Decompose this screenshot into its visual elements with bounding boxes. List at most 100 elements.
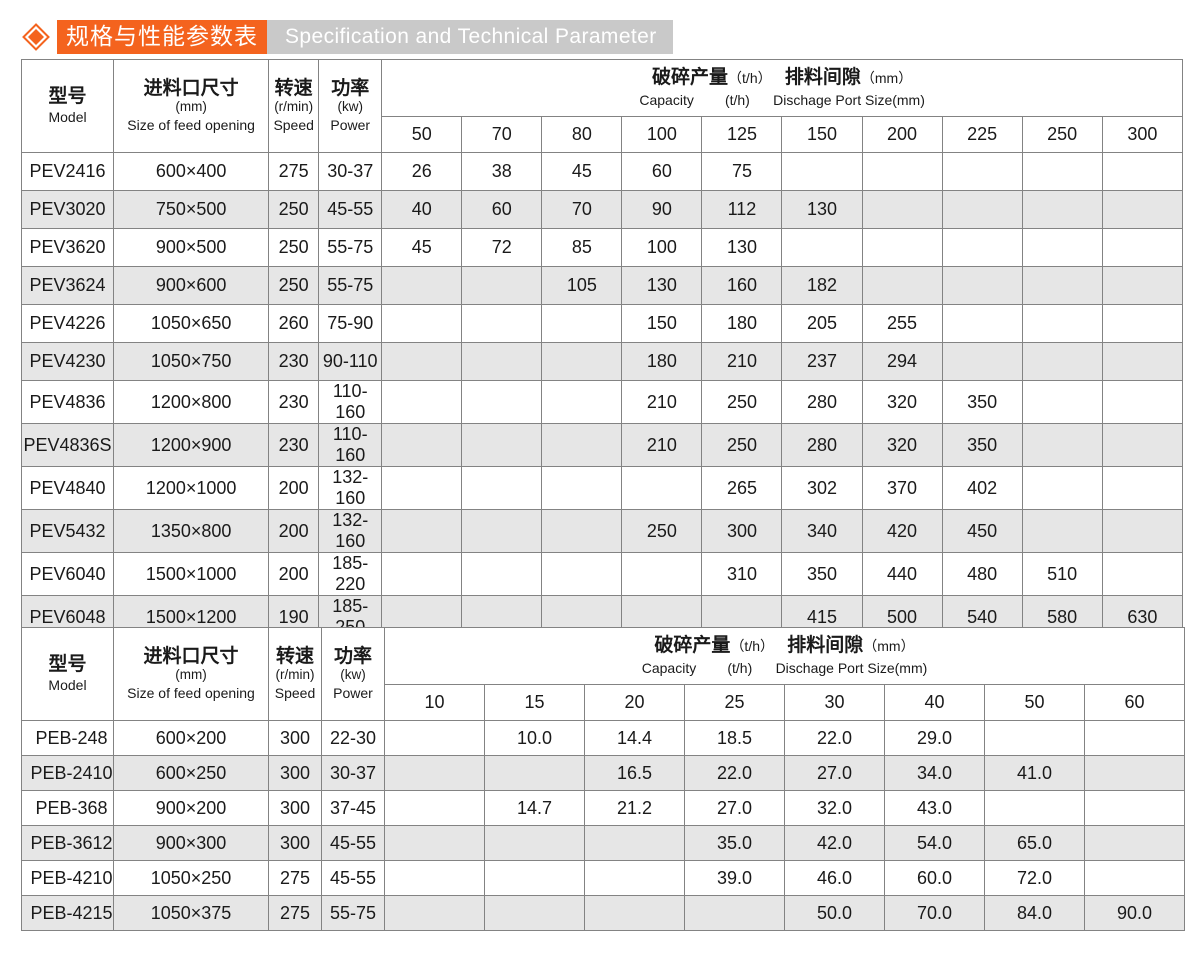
cell-capacity: [1101, 190, 1184, 229]
header-speed-en: Speed: [273, 117, 314, 134]
cell-capacity: [461, 342, 543, 381]
header-feed-en: Size of feed opening: [127, 685, 255, 702]
specification-page: 规格与性能参数表 Specification and Technical Par…: [0, 0, 1200, 958]
table-row: PEV5432 1350×800 200 132-160 250 300 340 420 450: [20, 509, 1184, 553]
cell-capacity: [384, 755, 485, 791]
cell-capacity: [861, 152, 943, 191]
size-column-header: 40: [884, 684, 985, 721]
cell-feed-opening: 600×200: [113, 720, 269, 756]
cell-capacity: 510: [1021, 552, 1103, 596]
cell-capacity: 85: [541, 228, 623, 267]
header-feed-cn: 进料口尺寸: [143, 76, 239, 99]
page-title-cn: 规格与性能参数表: [57, 20, 267, 54]
cell-power: 22-30: [321, 720, 385, 756]
cell-capacity: 22.0: [684, 755, 785, 791]
cell-speed: 275: [268, 152, 320, 191]
cell-capacity: [381, 342, 463, 381]
cell-capacity: [781, 152, 863, 191]
cell-model: PEB-248: [21, 720, 114, 756]
cell-capacity: 22.0: [784, 720, 885, 756]
cell-speed: 300: [268, 825, 322, 861]
cell-speed: 230: [268, 380, 320, 424]
cell-power: 30-37: [318, 152, 383, 191]
cell-feed-opening: 1050×650: [113, 304, 270, 343]
cell-capacity: [1021, 190, 1103, 229]
cell-capacity: 84.0: [984, 895, 1085, 931]
cell-capacity: 32.0: [784, 790, 885, 826]
cell-speed: 300: [268, 790, 322, 826]
cell-capacity: 250: [621, 509, 703, 553]
size-column-header: 30: [784, 684, 885, 721]
cell-speed: 300: [268, 755, 322, 791]
cell-capacity: 14.7: [484, 790, 585, 826]
cell-capacity: 50.0: [784, 895, 885, 931]
cell-speed: 230: [268, 342, 320, 381]
header-model-cn: 型号: [48, 652, 87, 675]
header-model-en: Model: [48, 676, 87, 693]
table-row: PEV4836S 1200×900 230 110-160 210 250 280 320 35…: [20, 423, 1184, 467]
header-speed-en: Speed: [274, 685, 316, 702]
cell-capacity: [1021, 380, 1103, 424]
header-power-en: Power: [333, 685, 373, 702]
header-speed-unit: (r/min): [274, 99, 314, 115]
cell-capacity: [461, 509, 543, 553]
cell-capacity: [941, 342, 1023, 381]
cell-capacity: 402: [941, 466, 1023, 510]
table1-body: PEV2416 600×400 275 30-37 26 38 45 60 75 PEV3020 7…: [20, 152, 1184, 639]
size-column-header: 25: [684, 684, 785, 721]
size-column-header: 225: [941, 116, 1023, 153]
cell-power: 55-75: [318, 266, 383, 305]
cell-feed-opening: 900×200: [113, 790, 269, 826]
cell-capacity: 255: [861, 304, 943, 343]
cell-capacity: 210: [621, 380, 703, 424]
cell-feed-opening: 1500×1000: [113, 552, 270, 596]
table-row: PEV4226 1050×650 260 75-90 150 180 205 255: [20, 304, 1184, 343]
cell-speed: 200: [268, 466, 320, 510]
cell-feed-opening: 600×400: [113, 152, 270, 191]
cell-capacity: 34.0: [884, 755, 985, 791]
cell-feed-opening: 750×500: [113, 190, 270, 229]
cell-capacity: 320: [861, 423, 943, 467]
header-feed-cn: 进料口尺寸: [143, 644, 239, 667]
header-power-cn: 功率: [331, 76, 370, 99]
header-speed-cn: 转速: [274, 76, 313, 99]
cell-capacity: [1101, 228, 1184, 267]
table-row: PEB-2410 600×250 300 30-37 16.5 22.0 27.0 34.0 4…: [21, 755, 1186, 791]
cell-capacity: [1021, 342, 1103, 381]
size-column-header: 50: [381, 116, 463, 153]
cell-speed: 275: [268, 895, 322, 931]
cell-feed-opening: 1200×900: [113, 423, 270, 467]
cell-capacity: [781, 228, 863, 267]
cell-capacity: 370: [861, 466, 943, 510]
cell-power: 110-160: [318, 423, 383, 467]
cell-feed-opening: 1050×750: [113, 342, 270, 381]
cell-capacity: [384, 720, 485, 756]
cell-model: PEV3624: [20, 266, 115, 305]
cell-capacity: [684, 895, 785, 931]
header-capacity-line1: 破碎产量（t/h） 排料间隙（mm）: [654, 634, 915, 657]
cell-power: 132-160: [318, 466, 383, 510]
cell-capacity: 302: [781, 466, 863, 510]
cell-capacity: [541, 342, 623, 381]
cell-capacity: 60: [461, 190, 543, 229]
cell-capacity: [861, 266, 943, 305]
cell-capacity: [1021, 509, 1103, 553]
cell-capacity: 130: [621, 266, 703, 305]
cell-capacity: 320: [861, 380, 943, 424]
table-row: PEV2416 600×400 275 30-37 26 38 45 60 75: [20, 152, 1184, 191]
cell-capacity: 42.0: [784, 825, 885, 861]
header-capacity-discharge: 破碎产量（t/h） 排料间隙（mm） Capacity (t/h) Discha…: [381, 59, 1183, 117]
cell-capacity: [541, 380, 623, 424]
cell-power: 75-90: [318, 304, 383, 343]
cell-model: PEB-4215: [21, 895, 114, 931]
cell-speed: 200: [268, 552, 320, 596]
header-capacity-line1: 破碎产量（t/h） 排料间隙（mm）: [652, 66, 913, 89]
cell-capacity: [984, 720, 1085, 756]
cell-capacity: 90.0: [1083, 895, 1186, 931]
cell-capacity: [621, 466, 703, 510]
cell-feed-opening: 600×250: [113, 755, 269, 791]
cell-capacity: 38: [461, 152, 543, 191]
cell-capacity: 340: [781, 509, 863, 553]
cell-power: 55-75: [321, 895, 385, 931]
header-capacity-line2: Capacity (t/h) Dischage Port Size(mm): [641, 660, 928, 677]
